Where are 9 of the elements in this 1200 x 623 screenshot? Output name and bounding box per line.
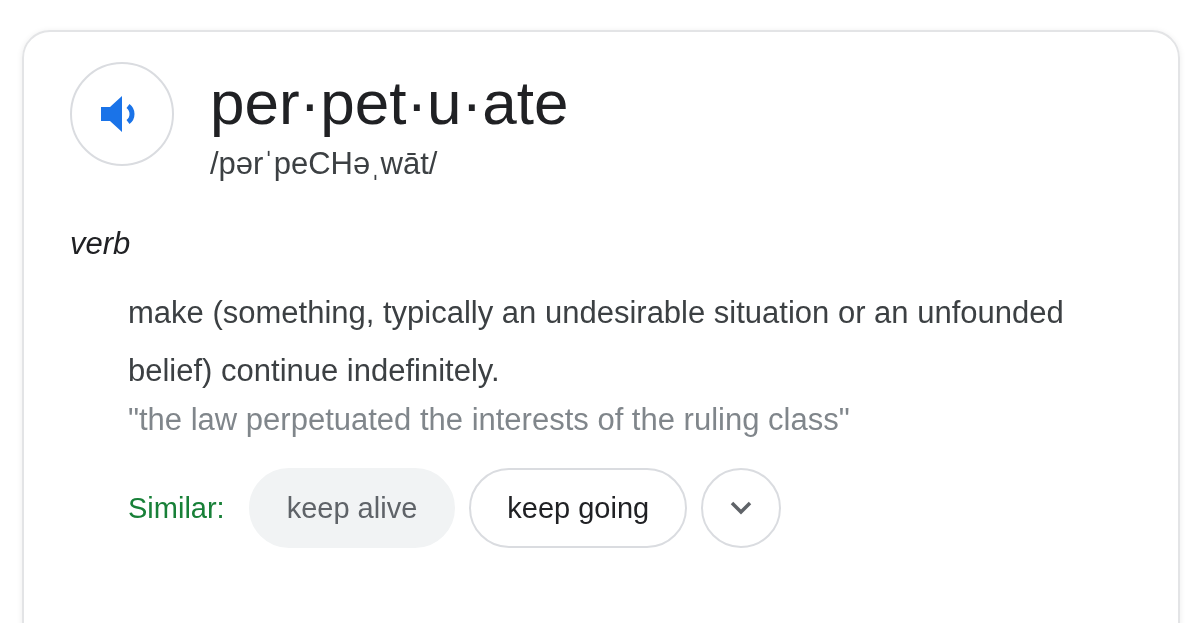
definition-text: make (something, typically an undesirable situation or an unfounded belief) continue indefinitely. bbox=[128, 294, 1065, 390]
headword: per·pet·u·ate bbox=[210, 67, 569, 139]
pronunciation: /pərˈpeCHəˌwāt/ bbox=[210, 145, 439, 183]
synonym-chip[interactable]: keep going bbox=[469, 468, 688, 548]
part-of-speech: verb bbox=[70, 226, 132, 262]
synonym-chip[interactable]: keep alive bbox=[248, 468, 456, 548]
example-sentence: "the law perpetuated the interests of the ruling class" bbox=[128, 401, 851, 439]
similar-label: Similar: bbox=[128, 491, 225, 525]
chevron-down-icon bbox=[730, 501, 753, 515]
